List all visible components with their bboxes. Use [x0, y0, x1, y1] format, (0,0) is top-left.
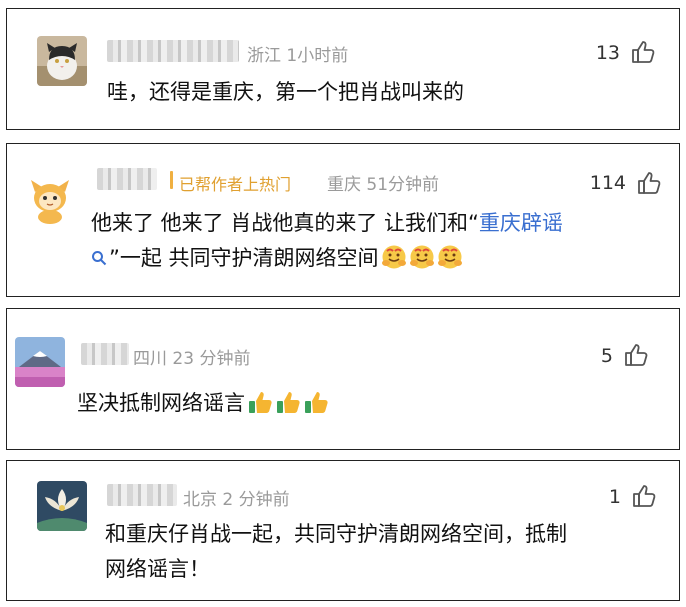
thumbs-up-outline-icon[interactable] — [631, 483, 657, 509]
like-count: 5 — [600, 345, 613, 367]
comment-card: 已帮作者上热门 重庆 51分钟前 114 他来了 他来了 肖战他真的来了 让我们… — [6, 143, 680, 297]
comment-text: 他来了 他来了 肖战他真的来了 让我们和“重庆辟谣 ”一起 共同守护清朗网络空间 — [91, 211, 563, 270]
avatar[interactable] — [37, 36, 87, 86]
thumbs-up-outline-icon[interactable] — [630, 39, 656, 65]
hug-emoji — [381, 244, 407, 270]
comment-text: 坚决抵制网络谣言 — [77, 386, 329, 421]
avatar[interactable] — [37, 481, 87, 531]
username-blurred[interactable] — [107, 40, 239, 62]
comment-meta: 重庆 51分钟前 — [327, 175, 440, 195]
username-blurred[interactable] — [107, 484, 177, 506]
topic-link[interactable]: 重庆辟谣 — [479, 211, 563, 235]
hug-emoji — [409, 244, 435, 270]
avatar[interactable] — [15, 337, 65, 387]
username-blurred[interactable] — [81, 343, 129, 365]
thumbs-up-emoji — [247, 389, 273, 415]
hot-badge: 已帮作者上热门 — [179, 175, 292, 194]
username-blurred[interactable] — [97, 168, 157, 190]
like-count: 1 — [608, 486, 621, 508]
comment-card: 浙江 1小时前 13 哇，还得是重庆，第一个把肖战叫来的 — [6, 8, 680, 130]
hug-emoji — [437, 244, 463, 270]
thumbs-up-outline-icon[interactable] — [623, 342, 649, 368]
thumbs-up-emoji — [275, 389, 301, 415]
avatar[interactable] — [25, 174, 75, 224]
comment-meta: 浙江 1小时前 — [247, 46, 349, 66]
thumbs-up-outline-icon[interactable] — [636, 170, 662, 196]
like-count: 13 — [595, 42, 620, 64]
search-icon — [91, 250, 107, 266]
like-count: 114 — [589, 172, 626, 194]
comment-meta: 四川 23 分钟前 — [133, 349, 251, 369]
comment-text: 哇，还得是重庆，第一个把肖战叫来的 — [107, 80, 464, 104]
comment-text: 和重庆仔肖战一起，共同守护清朗网络空间，抵制 网络谣言！ — [105, 522, 567, 581]
thumbs-up-emoji — [303, 389, 329, 415]
comment-meta: 北京 2 分钟前 — [183, 490, 290, 510]
comment-card: 四川 23 分钟前 5 坚决抵制网络谣言 — [6, 308, 680, 450]
comment-card: 北京 2 分钟前 1 和重庆仔肖战一起，共同守护清朗网络空间，抵制 网络谣言！ — [6, 460, 680, 601]
